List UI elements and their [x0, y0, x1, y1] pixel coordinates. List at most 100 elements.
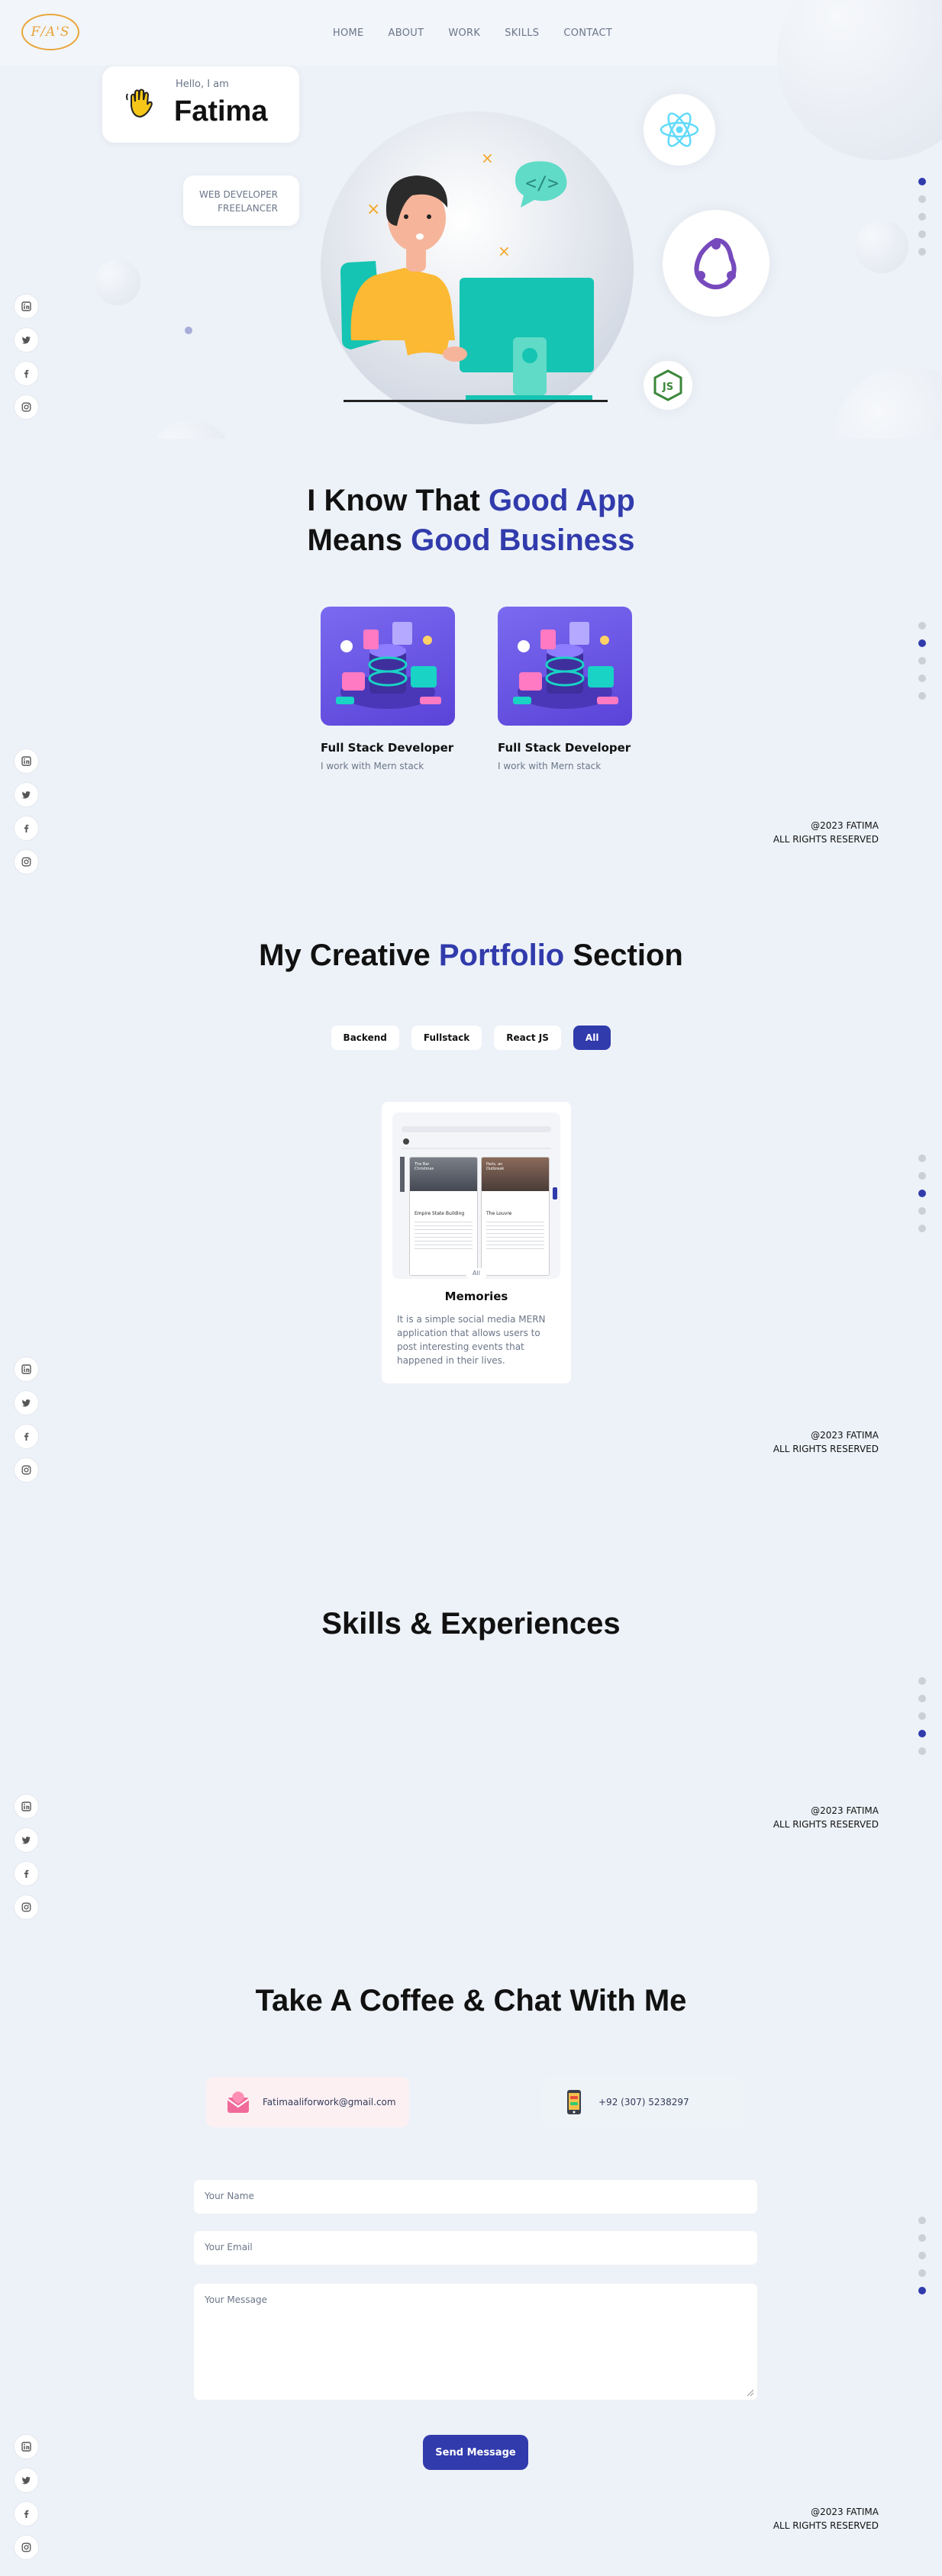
filter-fullstack[interactable]: Fullstack [411, 1026, 482, 1050]
project-description: It is a simple social media MERN applica… [397, 1314, 546, 1366]
social-links [14, 749, 39, 874]
dot-skills[interactable] [918, 230, 926, 238]
dot-contact[interactable] [918, 692, 926, 700]
instagram-icon[interactable] [14, 394, 39, 420]
linkedin-icon[interactable] [14, 294, 39, 319]
dot-home[interactable] [918, 1677, 926, 1685]
about-card-image [321, 607, 455, 726]
isometric-server-illustration [513, 622, 618, 709]
role-freelancer: FREELANCER [218, 203, 278, 214]
decor-circle [777, 0, 942, 160]
portfolio-filters: Backend Fullstack React JS All [0, 1026, 942, 1050]
facebook-icon[interactable] [14, 1424, 39, 1449]
preview-tag: All [466, 1268, 487, 1279]
dot-contact[interactable] [918, 1225, 926, 1232]
redux-icon [663, 210, 769, 317]
social-links [14, 1357, 39, 1483]
email-card[interactable]: Fatimaaliforwork@gmail.com [206, 2077, 409, 2127]
twitter-icon[interactable] [14, 1390, 39, 1415]
social-links [14, 2434, 39, 2560]
about-title: I Know That Good App Means Good Business [0, 481, 942, 560]
resize-handle-icon[interactable] [747, 2389, 754, 2397]
dot-about[interactable] [918, 195, 926, 203]
contact-title: Take A Coffee & Chat With Me [0, 1981, 942, 2021]
dot-about[interactable] [918, 2234, 926, 2242]
developer-illustration: </> × × × [340, 149, 608, 402]
about-card: Full Stack Developer I work with Mern st… [498, 607, 632, 771]
dot-skills[interactable] [918, 1207, 926, 1215]
dot-contact[interactable] [918, 1747, 926, 1755]
nodejs-logo-icon: JS [653, 369, 682, 401]
facebook-icon[interactable] [14, 816, 39, 841]
send-message-button[interactable]: Send Message [423, 2435, 528, 2470]
instagram-icon[interactable] [14, 2535, 39, 2560]
instagram-icon[interactable] [14, 849, 39, 874]
project-title: Memories [444, 1290, 508, 1303]
svg-text:JS: JS [662, 382, 673, 393]
twitter-icon[interactable] [14, 327, 39, 353]
about-title-accent2: Good Business [411, 523, 635, 557]
dot-home[interactable] [918, 178, 926, 185]
about-card-desc: I work with Mern stack [321, 761, 424, 771]
dot-contact[interactable] [918, 2287, 926, 2294]
project-preview-image: The Bar Christmas Empire State Building … [392, 1113, 560, 1279]
isometric-server-illustration [336, 622, 441, 709]
filter-backend[interactable]: Backend [331, 1026, 399, 1050]
twitter-icon[interactable] [14, 2468, 39, 2493]
portfolio-card[interactable]: The Bar Christmas Empire State Building … [382, 1102, 571, 1383]
filter-react-js[interactable]: React JS [494, 1026, 561, 1050]
copyright-line2: ALL RIGHTS RESERVED [773, 1444, 879, 1454]
twitter-icon[interactable] [14, 782, 39, 807]
work-title: My Creative Portfolio Section [0, 935, 942, 975]
phone-number: +92 (307) 5238297 [598, 2097, 689, 2107]
phone-card[interactable]: +92 (307) 5238297 [542, 2077, 745, 2127]
dot-work[interactable] [918, 1190, 926, 1197]
name-input[interactable]: Your Name [193, 2179, 758, 2214]
twitter-icon[interactable] [14, 1827, 39, 1853]
mobile-icon [567, 2090, 581, 2114]
dot-about[interactable] [918, 639, 926, 647]
dot-work[interactable] [918, 1712, 926, 1720]
role-card: WEB DEVELOPER FREELANCER [183, 175, 299, 226]
linkedin-icon[interactable] [14, 749, 39, 774]
svg-text:×: × [366, 200, 380, 219]
about-card: Full Stack Developer I work with Mern st… [321, 607, 455, 771]
facebook-icon[interactable] [14, 1861, 39, 1886]
dot-about[interactable] [918, 1172, 926, 1180]
section-dots-skills [918, 1677, 926, 1755]
svg-text:</>: </> [525, 172, 558, 194]
react-logo-icon [660, 112, 699, 147]
dot-work[interactable] [918, 2252, 926, 2259]
linkedin-icon[interactable] [14, 1794, 39, 1819]
dot-about[interactable] [918, 1695, 926, 1702]
instagram-icon[interactable] [14, 1895, 39, 1920]
decor-circle [149, 420, 233, 439]
dot-work[interactable] [918, 213, 926, 221]
message-placeholder: Your Message [205, 2294, 268, 2305]
preview-post-card: Paris, an Outbreak The Louvre [481, 1157, 550, 1276]
email-placeholder: Your Email [205, 2242, 253, 2252]
dot-skills[interactable] [918, 675, 926, 682]
dot-skills[interactable] [918, 1730, 926, 1737]
linkedin-icon[interactable] [14, 1357, 39, 1382]
facebook-icon[interactable] [14, 361, 39, 386]
instagram-icon[interactable] [14, 1457, 39, 1483]
dot-home[interactable] [918, 2217, 926, 2224]
dot-home[interactable] [918, 1154, 926, 1162]
dot-home[interactable] [918, 622, 926, 630]
dot-skills[interactable] [918, 2269, 926, 2277]
react-icon [644, 94, 715, 166]
filter-all[interactable]: All [573, 1026, 611, 1050]
preview-post-overlay: Paris, an Outbreak [486, 1162, 505, 1171]
section-dots-contact [918, 2217, 926, 2294]
dot-contact[interactable] [918, 248, 926, 256]
facebook-icon[interactable] [14, 2501, 39, 2526]
preview-appbar [402, 1126, 551, 1132]
section-dots-work [918, 1154, 926, 1232]
social-links [14, 1794, 39, 1920]
email-input[interactable]: Your Email [193, 2230, 758, 2265]
linkedin-icon[interactable] [14, 2434, 39, 2459]
dot-work[interactable] [918, 657, 926, 665]
work-title-accent: Portfolio [438, 939, 565, 972]
message-textarea[interactable]: Your Message [193, 2283, 758, 2401]
